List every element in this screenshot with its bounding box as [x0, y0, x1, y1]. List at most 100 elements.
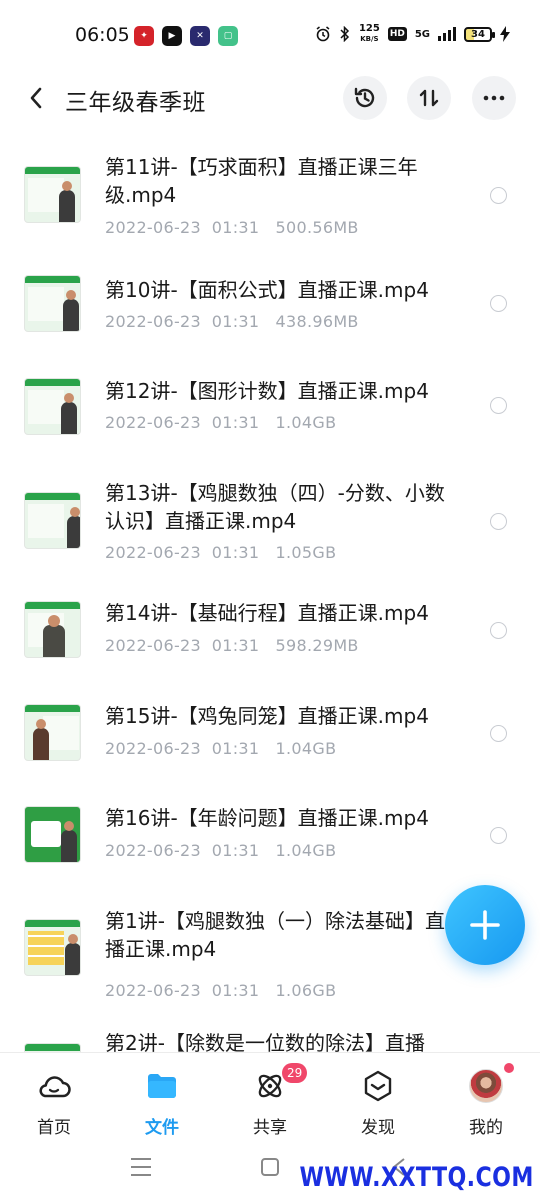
status-app-icons: ✦ ▶ ✕ ▢ — [134, 26, 238, 46]
select-radio[interactable] — [490, 513, 507, 530]
file-name: 第16讲-【年龄问题】直播正课.mp4 — [105, 806, 429, 830]
watermark: WWW.XXTTQ.COM — [299, 1162, 534, 1193]
video-thumbnail — [24, 492, 81, 549]
file-name: 第13讲-【鸡腿数独（四）-分数、小数认识】直播正课.mp4 — [105, 481, 445, 533]
cloud-home-icon — [37, 1069, 71, 1103]
file-meta: 2022-06-23 01:31 438.96MB — [105, 312, 359, 331]
file-meta: 2022-06-23 01:31 1.05GB — [105, 543, 336, 562]
file-row[interactable]: 第12讲-【图形计数】直播正课.mp4 2022-06-23 01:31 1.0… — [0, 350, 540, 453]
file-name: 第15讲-【鸡兔同笼】直播正课.mp4 — [105, 704, 429, 728]
tab-label: 文件 — [145, 1118, 179, 1138]
recents-icon[interactable] — [131, 1158, 151, 1176]
video-thumbnail — [24, 806, 81, 863]
status-right: 125 KB/S HD 5G 34 — [315, 24, 510, 44]
avatar — [469, 1069, 503, 1103]
file-date: 2022-06-23 01:31 — [105, 312, 260, 331]
add-button[interactable] — [445, 885, 525, 965]
bottom-tab-bar: 首页 文件 共享 29 发现 我的 — [0, 1052, 540, 1142]
file-date: 2022-06-23 01:31 — [105, 739, 260, 758]
file-size: 1.06GB — [275, 981, 337, 1000]
more-icon — [483, 95, 505, 101]
folder-icon — [145, 1069, 179, 1103]
file-date: 2022-06-23 01:31 — [105, 543, 260, 562]
battery-icon: 34 — [464, 26, 495, 42]
signal-icon — [438, 27, 456, 41]
video-thumbnail — [24, 919, 81, 976]
notification-app-icon: ▶ — [162, 26, 182, 46]
video-thumbnail — [24, 275, 81, 332]
bluetooth-icon — [340, 26, 349, 42]
select-radio[interactable] — [490, 187, 507, 204]
file-name: 第12讲-【图形计数】直播正课.mp4 — [105, 379, 429, 403]
file-meta: 2022-06-23 01:31 1.06GB — [105, 981, 336, 1000]
select-radio[interactable] — [490, 827, 507, 844]
select-radio[interactable] — [490, 622, 507, 639]
hd-icon: HD — [387, 27, 407, 41]
profile-notification-dot — [504, 1063, 514, 1073]
tab-profile[interactable]: 我的 — [432, 1053, 540, 1143]
file-size: 1.05GB — [275, 543, 337, 562]
file-size: 598.29MB — [275, 636, 359, 655]
file-meta: 2022-06-23 01:31 1.04GB — [105, 739, 336, 758]
net-speed: 125 KB/S — [358, 23, 380, 44]
sort-button[interactable] — [407, 76, 451, 120]
discover-icon — [361, 1069, 395, 1103]
file-name: 第10讲-【面积公式】直播正课.mp4 — [105, 278, 429, 302]
screen: 06:05 ✦ ▶ ✕ ▢ 125 KB/S HD 5G 34 三年级春季班 第… — [0, 0, 540, 1200]
tab-files[interactable]: 文件 — [108, 1053, 216, 1143]
charging-icon — [500, 26, 510, 42]
tab-label: 共享 — [253, 1118, 287, 1138]
video-thumbnail — [24, 704, 81, 761]
video-thumbnail — [24, 601, 81, 658]
file-row[interactable]: 第11讲-【巧求面积】直播正课三年级.mp4 2022-06-23 01:31 … — [0, 138, 540, 248]
notification-app-icon: ✕ — [190, 26, 210, 46]
tab-label: 我的 — [469, 1118, 503, 1138]
share-badge: 29 — [282, 1063, 308, 1083]
select-radio[interactable] — [490, 295, 507, 312]
file-name: 第11讲-【巧求面积】直播正课三年级.mp4 — [105, 155, 418, 207]
file-date: 2022-06-23 01:31 — [105, 841, 260, 860]
video-thumbnail — [24, 378, 81, 435]
sort-icon — [419, 89, 439, 107]
history-icon — [354, 87, 375, 108]
file-date: 2022-06-23 01:31 — [105, 413, 260, 432]
select-radio[interactable] — [490, 397, 507, 414]
page-header: 三年级春季班 — [0, 74, 540, 122]
file-size: 1.04GB — [275, 841, 337, 860]
file-meta: 2022-06-23 01:31 598.29MB — [105, 636, 359, 655]
history-button[interactable] — [343, 76, 387, 120]
file-size: 500.56MB — [275, 218, 359, 237]
network-type: 5G — [414, 28, 430, 40]
back-button[interactable] — [22, 82, 50, 114]
tab-label: 首页 — [37, 1118, 71, 1138]
chevron-left-icon — [30, 87, 42, 109]
file-name: 第1讲-【鸡腿数独（一）除法基础】直播正课.mp4 — [105, 909, 445, 961]
home-nav-icon[interactable] — [261, 1158, 279, 1176]
tab-discover[interactable]: 发现 — [324, 1053, 432, 1143]
file-meta: 2022-06-23 01:31 1.04GB — [105, 841, 336, 860]
file-row[interactable]: 第14讲-【基础行程】直播正课.mp4 2022-06-23 01:31 598… — [0, 583, 540, 686]
status-bar: 06:05 ✦ ▶ ✕ ▢ 125 KB/S HD 5G 34 — [0, 0, 540, 72]
file-row[interactable]: 第13讲-【鸡腿数独（四）-分数、小数认识】直播正课.mp4 2022-06-2… — [0, 453, 540, 583]
file-row[interactable]: 第10讲-【面积公式】直播正课.mp4 2022-06-23 01:31 438… — [0, 248, 540, 350]
file-row[interactable]: 第16讲-【年龄问题】直播正课.mp4 2022-06-23 01:31 1.0… — [0, 788, 540, 891]
file-date: 2022-06-23 01:31 — [105, 636, 260, 655]
plus-icon — [470, 910, 500, 940]
video-thumbnail — [24, 166, 81, 223]
file-size: 438.96MB — [275, 312, 359, 331]
file-date: 2022-06-23 01:31 — [105, 981, 260, 1000]
page-title: 三年级春季班 — [65, 90, 206, 116]
file-date: 2022-06-23 01:31 — [105, 218, 260, 237]
notification-app-icon: ✦ — [134, 26, 154, 46]
file-name: 第14讲-【基础行程】直播正课.mp4 — [105, 601, 429, 625]
notification-app-icon: ▢ — [218, 26, 238, 46]
tab-share[interactable]: 共享 — [216, 1053, 324, 1143]
tab-home[interactable]: 首页 — [0, 1053, 108, 1143]
file-row[interactable]: 第15讲-【鸡兔同笼】直播正课.mp4 2022-06-23 01:31 1.0… — [0, 686, 540, 788]
tab-label: 发现 — [361, 1118, 395, 1138]
status-time: 06:05 — [75, 24, 130, 46]
select-radio[interactable] — [490, 725, 507, 742]
more-button[interactable] — [472, 76, 516, 120]
file-size: 1.04GB — [275, 413, 337, 432]
alarm-icon — [316, 26, 330, 42]
